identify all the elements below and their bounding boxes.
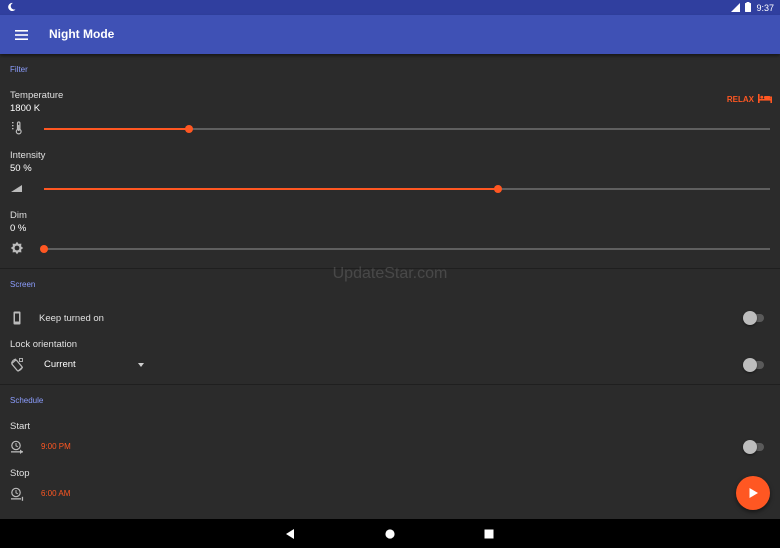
intensity-label: Intensity (10, 150, 46, 161)
divider (0, 384, 780, 385)
section-label-schedule: Schedule (10, 396, 44, 405)
keep-turned-on-label: Keep turned on (39, 313, 104, 324)
system-nav-bar (0, 519, 780, 548)
keep-turned-on-switch[interactable] (743, 311, 765, 325)
dim-value: 0 % (10, 223, 27, 234)
screen-rotation-icon (10, 358, 24, 372)
intensity-icon (10, 181, 24, 195)
start-label: Start (10, 421, 31, 432)
stop-time[interactable]: 6:00 AM (41, 489, 70, 498)
play-button[interactable] (736, 476, 770, 510)
bed-icon (758, 94, 772, 105)
stop-label: Stop (10, 468, 30, 479)
temperature-slider[interactable] (44, 125, 770, 133)
alarm-start-icon (10, 440, 24, 454)
intensity-slider-thumb[interactable] (493, 185, 502, 193)
back-icon[interactable] (283, 527, 297, 541)
temperature-label: Temperature (10, 90, 64, 101)
lock-orientation-label: Lock orientation (10, 339, 78, 350)
moon-icon (7, 2, 16, 14)
status-bar: 9:37 (0, 0, 780, 15)
relax-label: RELAX (726, 95, 754, 104)
dim-slider-thumb[interactable] (40, 245, 48, 253)
temperature-value: 1800 K (10, 103, 41, 114)
relax-button[interactable]: RELAX (727, 94, 772, 105)
orientation-value: Current (44, 359, 76, 370)
temperature-slider-thumb[interactable] (185, 125, 194, 133)
intensity-slider[interactable] (44, 185, 770, 193)
schedule-switch[interactable] (743, 440, 765, 454)
intensity-value: 50 % (10, 163, 32, 174)
start-time[interactable]: 9:00 PM (41, 442, 71, 451)
brightness-icon (10, 241, 24, 255)
dim-label: Dim (10, 210, 27, 221)
page-title: Night Mode (49, 27, 115, 41)
chevron-down-icon (138, 363, 144, 367)
recents-icon[interactable] (482, 527, 496, 541)
thermometer-icon (10, 121, 24, 135)
lock-orientation-switch[interactable] (743, 358, 765, 372)
dim-slider[interactable] (40, 245, 770, 253)
alarm-stop-icon (10, 487, 24, 501)
orientation-dropdown[interactable]: Current (44, 359, 148, 373)
signal-icon (731, 2, 741, 14)
section-label-filter: Filter (10, 65, 28, 74)
home-icon[interactable] (383, 527, 397, 541)
app-bar: Night Mode (0, 15, 780, 54)
watermark: UpdateStar.com (332, 265, 448, 282)
clock-time: 9:37 (756, 3, 774, 13)
play-icon (749, 488, 758, 498)
temperature-slider-fill (44, 128, 190, 130)
battery-icon (745, 2, 752, 14)
phone-icon (10, 311, 24, 325)
menu-icon[interactable] (15, 28, 28, 40)
section-label-screen: Screen (10, 280, 36, 289)
intensity-slider-fill (44, 188, 498, 190)
